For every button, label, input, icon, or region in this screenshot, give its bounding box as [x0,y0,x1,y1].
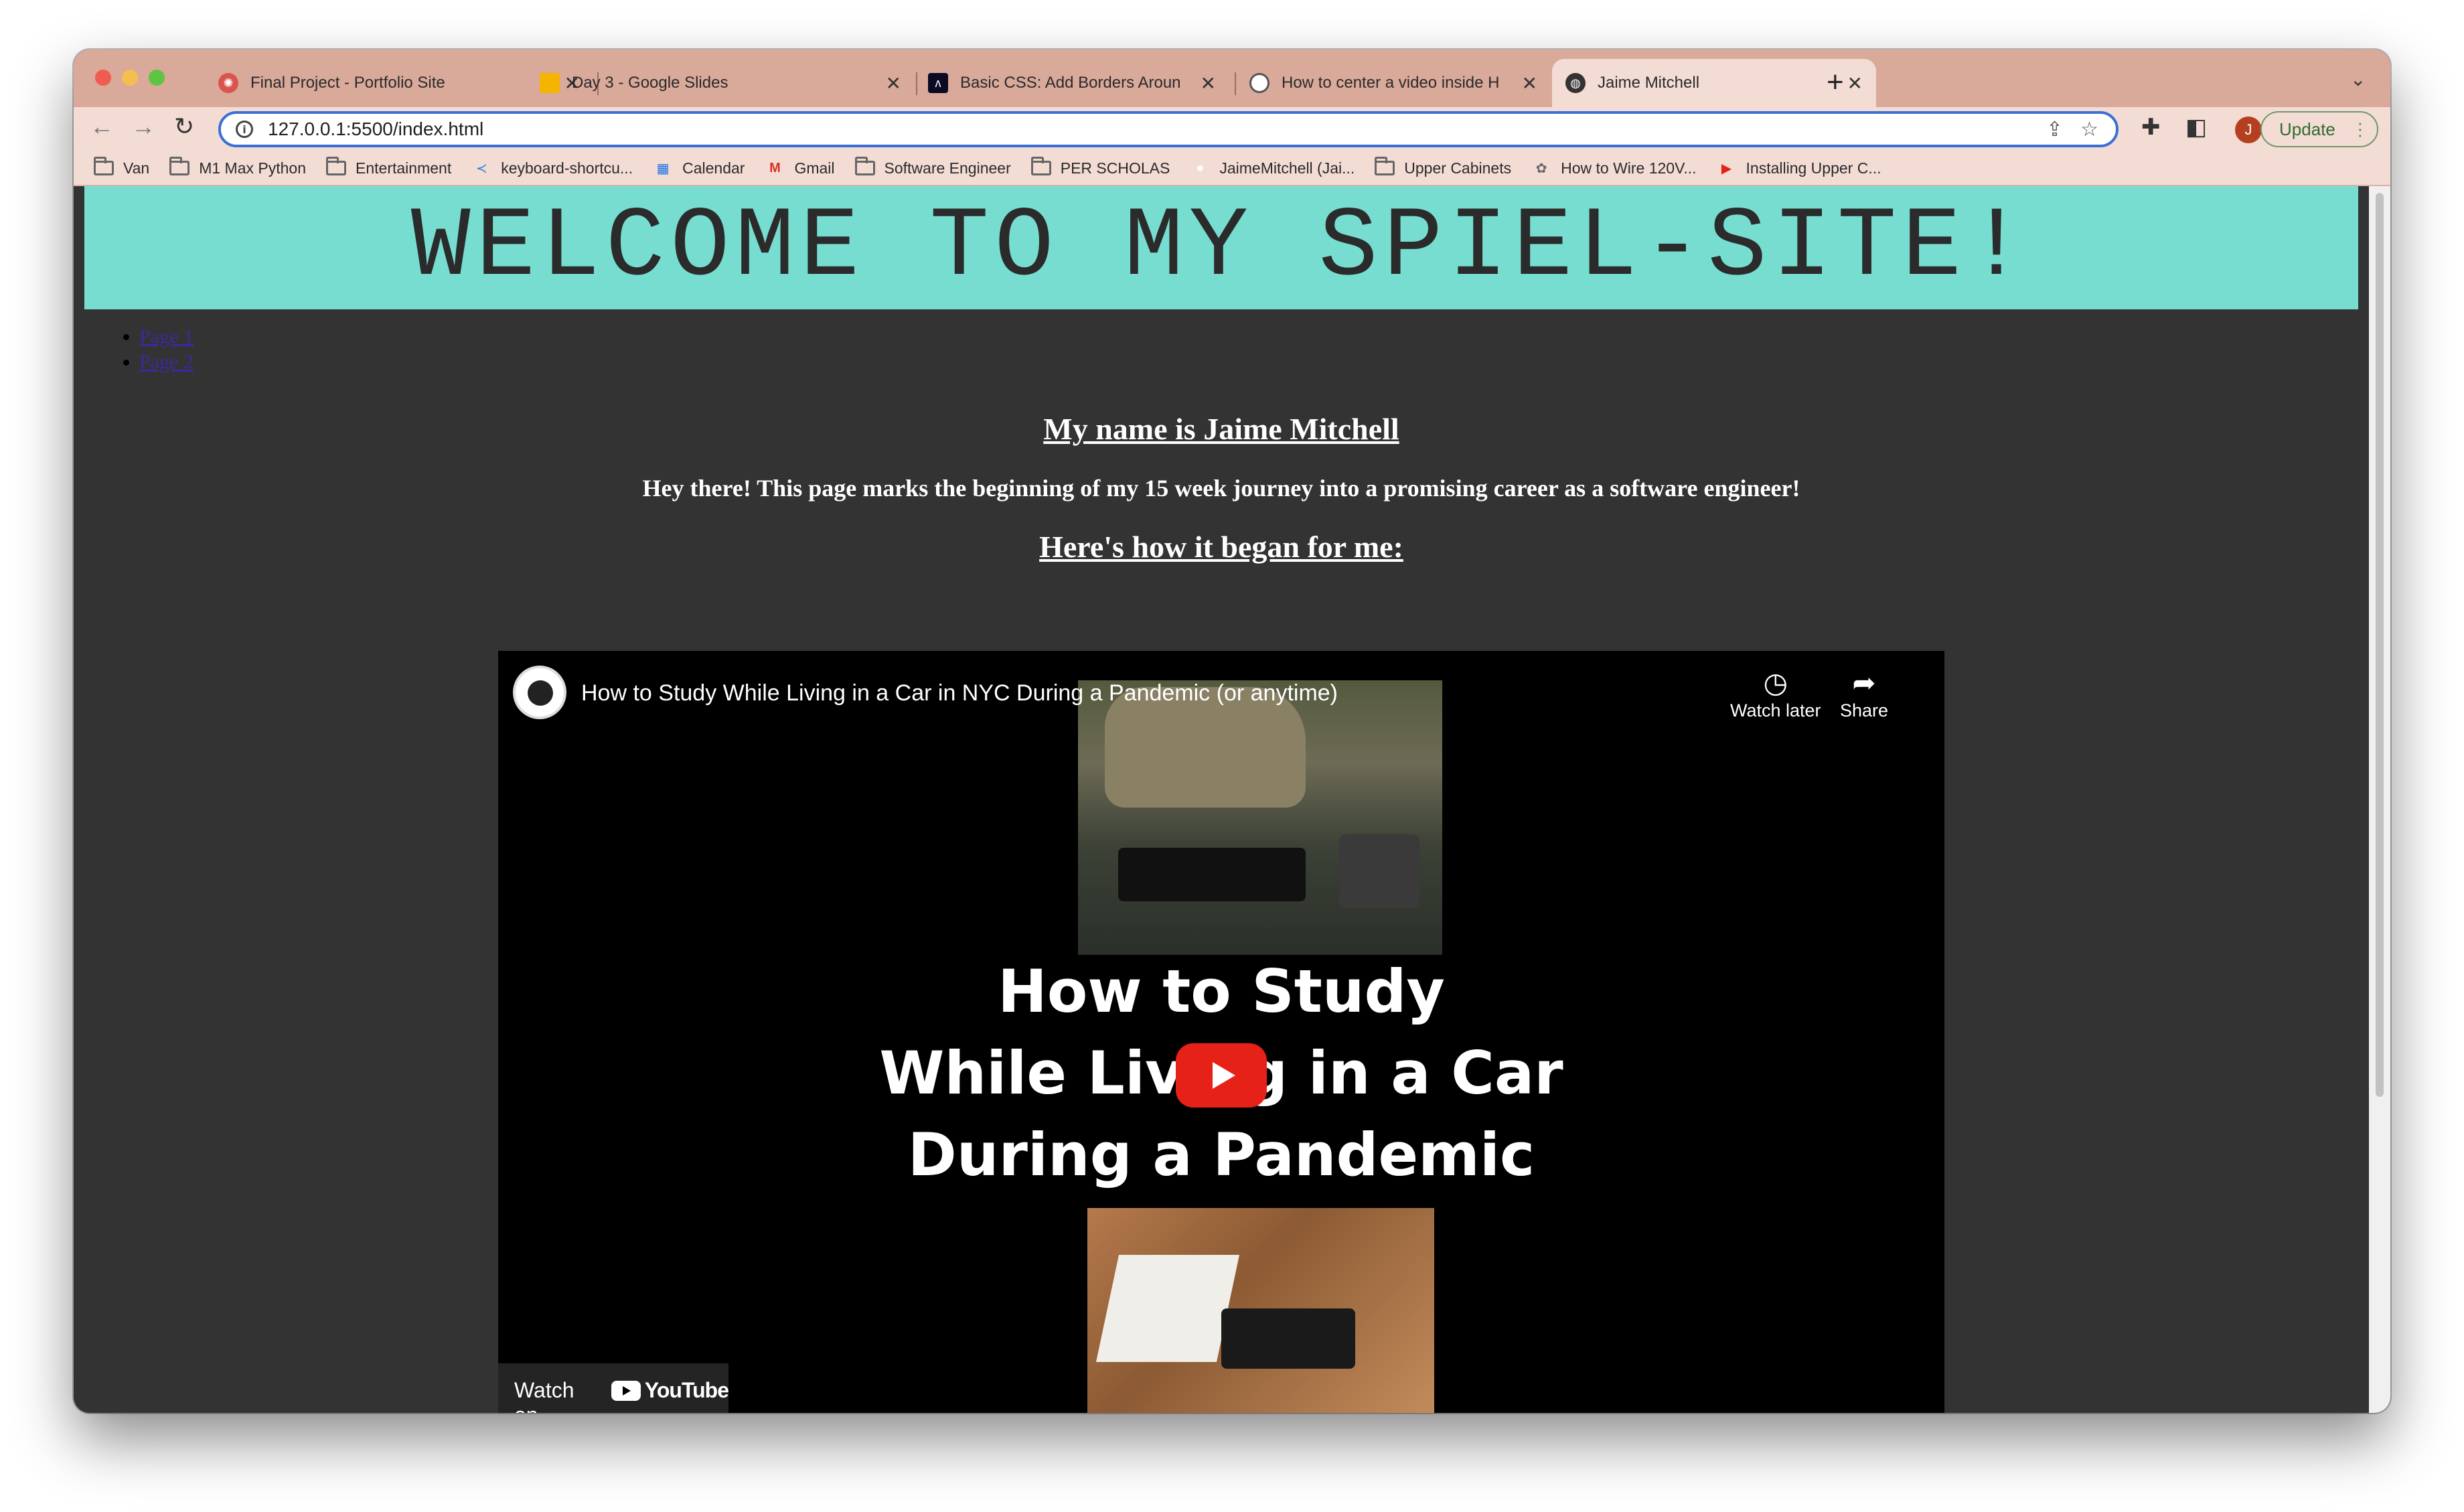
folder-icon [169,157,190,176]
youtube-icon: ▶ [1721,161,1732,176]
tab-center-video[interactable]: How to center a video inside H ✕ [1236,59,1551,107]
tab-bar: ✺ Final Project - Portfolio Site ✕ Day 3… [74,50,2390,107]
address-bar[interactable]: i 127.0.0.1:5500/index.html ⇪ ☆ [218,111,2119,147]
nav-item: Page 1 [139,324,194,350]
page-1-link[interactable]: Page 1 [139,325,194,348]
intro-text: Hey there! This page marks the beginning… [642,475,1800,502]
page-title: WELCOME TO MY SPIEL-SITE! [410,192,2032,304]
clock-icon: ◷ [1763,667,1788,698]
bookmark-calendar[interactable]: ▦ Calendar [653,159,745,177]
share-icon[interactable]: ⇪ [2046,118,2063,141]
close-window-button[interactable] [95,70,111,86]
minimize-window-button[interactable] [122,70,138,86]
globe-icon: ◍ [1565,73,1586,93]
bookmark-installing-upper[interactable]: ▶ Installing Upper C... [1717,159,1881,177]
youtube-logo-icon [611,1380,641,1401]
side-panel-icon[interactable]: ◧ [2185,114,2207,141]
watch-later-button[interactable]: ◷ Watch later [1730,666,1821,721]
folder-icon [1030,157,1051,176]
video-title[interactable]: How to Study While Living in a Car in NY… [581,680,1338,706]
github-icon: ● [1196,160,1205,175]
close-icon[interactable]: ✕ [1522,72,1537,94]
bookmark-m1-max-python[interactable]: M1 Max Python [169,157,306,177]
share-button[interactable]: ➦ Share [1840,666,1888,721]
forward-arrow-icon[interactable]: → [131,112,155,141]
freecodecamp-icon: ʌ [928,73,948,93]
scrollbar-thumb[interactable] [2376,193,2384,1097]
close-icon[interactable]: ✕ [886,72,901,94]
tab-basic-css[interactable]: ʌ Basic CSS: Add Borders Aroun ✕ [915,59,1229,107]
bookmark-van[interactable]: Van [94,157,149,177]
calendar-icon: ▦ [656,161,670,176]
channel-avatar[interactable] [513,666,566,719]
page-viewport: WELCOME TO MY SPIEL-SITE! Page 1 Page 2 … [74,186,2390,1413]
site-info-icon[interactable]: i [236,121,253,138]
back-arrow-icon[interactable]: ← [90,112,114,141]
share-arrow-icon: ➦ [1852,667,1876,698]
folder-icon [326,157,347,176]
name-heading: My name is Jaime Mitchell [1043,412,1399,446]
watch-on-youtube-button[interactable]: Watch on YouTube [498,1363,729,1413]
slides-icon: ✺ [218,73,238,93]
welcome-banner: WELCOME TO MY SPIEL-SITE! [84,186,2358,309]
gmail-icon: M [769,160,781,175]
update-button[interactable]: Update ⋮ [2260,111,2378,147]
bookmark-keyboard-shortcuts[interactable]: ≺ keyboard-shortcu... [471,159,633,177]
maximize-window-button[interactable] [149,70,165,86]
vscode-icon: ≺ [475,161,487,176]
began-heading: Here's how it began for me: [1039,530,1403,564]
more-vertical-icon: ⋮ [2351,119,2369,139]
browser-window: ✺ Final Project - Portfolio Site ✕ Day 3… [74,50,2390,1413]
youtube-embed[interactable]: How to Study While Living in a Car in NY… [498,651,1944,1413]
new-tab-button[interactable]: + [1827,66,1844,99]
tab-google-slides[interactable]: Day 3 - Google Slides ✕ [526,59,915,107]
thumbnail-photo-bottom [1087,1208,1434,1413]
thumbnail-photo-top [1078,680,1442,955]
bookmark-gmail[interactable]: M Gmail [765,159,834,177]
close-icon[interactable]: ✕ [1201,72,1216,94]
play-icon[interactable] [1176,1043,1267,1108]
close-icon[interactable]: ✕ [1847,72,1863,94]
extensions-puzzle-icon[interactable]: ✚ [2141,114,2161,141]
folder-icon [94,157,114,176]
bookmark-github[interactable]: ● JaimeMitchell (Jai... [1190,159,1355,177]
page-scrollbar[interactable] [2369,186,2390,1413]
page-2-link[interactable]: Page 2 [139,351,194,373]
toolbar: ← → ↻ i 127.0.0.1:5500/index.html ⇪ ☆ ✚ … [74,107,2390,151]
nav-item: Page 2 [139,350,194,375]
bookmark-star-icon[interactable]: ☆ [2080,118,2098,141]
folder-icon [1375,157,1395,176]
web-icon: ✿ [1535,161,1547,176]
tab-search-chevron-icon[interactable]: ⌄ [2350,68,2366,90]
reload-icon[interactable]: ↻ [174,112,194,141]
bookmarks-bar: Van M1 Max Python Entertainment ≺ keyboar… [74,151,2390,186]
bookmark-software-engineer[interactable]: Software Engineer [854,157,1011,177]
url-text[interactable]: 127.0.0.1:5500/index.html [268,119,2046,140]
folder-icon [854,157,875,176]
bookmark-how-to-wire[interactable]: ✿ How to Wire 120V... [1531,159,1697,177]
google-slides-icon [540,73,560,93]
stackoverflow-icon [1249,73,1269,93]
avatar[interactable]: J [2235,117,2262,143]
bookmark-per-scholas[interactable]: PER SCHOLAS [1030,157,1170,177]
bookmark-upper-cabinets[interactable]: Upper Cabinets [1375,157,1511,177]
page-nav: Page 1 Page 2 [122,324,194,375]
bookmark-entertainment[interactable]: Entertainment [326,157,451,177]
